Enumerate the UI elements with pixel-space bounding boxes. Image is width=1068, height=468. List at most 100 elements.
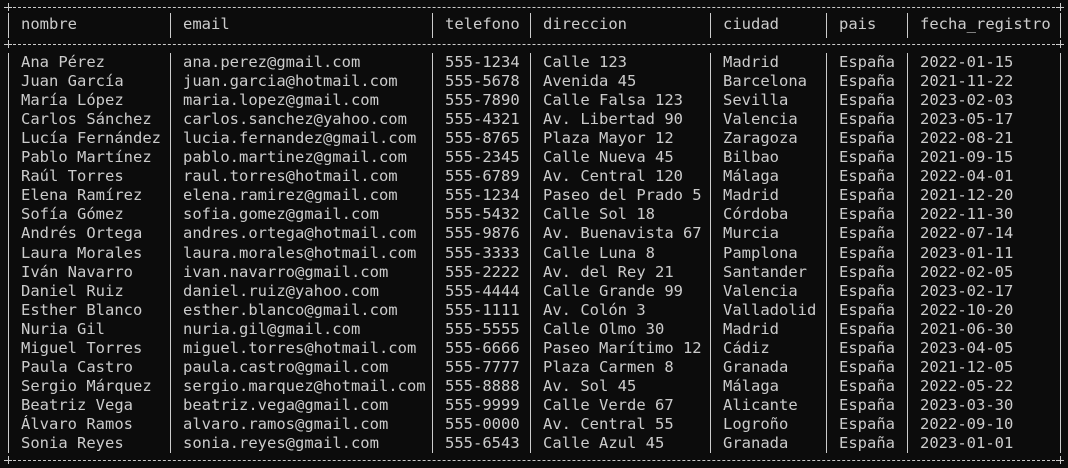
cell-country: España bbox=[839, 414, 895, 433]
cell-phone: 555-1234 bbox=[445, 53, 520, 71]
column-separator bbox=[826, 53, 827, 453]
cell-registration-date: 2023-03-30 bbox=[920, 395, 1014, 414]
cell-registration-date: 2022-09-10 bbox=[920, 414, 1014, 433]
cell-registration-date: 2023-05-17 bbox=[920, 110, 1014, 129]
cell-name: Carlos Sánchez bbox=[21, 110, 152, 129]
column-separator bbox=[907, 53, 908, 453]
header-country: pais bbox=[839, 15, 877, 33]
column-separator bbox=[432, 13, 433, 38]
border-corner bbox=[1056, 456, 1064, 464]
cell-registration-date: 2022-10-20 bbox=[920, 300, 1014, 319]
cell-city: Barcelona bbox=[723, 72, 807, 91]
cell-name: Sergio Márquez bbox=[21, 376, 152, 395]
cell-registration-date: 2023-02-17 bbox=[920, 281, 1014, 300]
cell-email: andres.ortega@hotmail.com bbox=[183, 224, 417, 243]
header-city: ciudad bbox=[723, 15, 779, 33]
cell-address: Avenida 45 bbox=[543, 72, 637, 91]
cell-name: Daniel Ruiz bbox=[21, 281, 124, 300]
column-separator bbox=[1060, 53, 1061, 453]
cell-city: Madrid bbox=[723, 186, 779, 205]
column-separator bbox=[710, 13, 711, 38]
cell-email: paula.castro@gmail.com bbox=[183, 357, 389, 376]
cell-registration-date: 2022-11-30 bbox=[920, 205, 1014, 224]
cell-country: España bbox=[839, 129, 895, 148]
cell-name: Sonia Reyes bbox=[21, 434, 124, 452]
cell-country: España bbox=[839, 243, 895, 262]
column-separator bbox=[170, 13, 171, 38]
border-corner bbox=[1056, 40, 1064, 48]
cell-name: Laura Morales bbox=[21, 243, 143, 262]
cell-country: España bbox=[839, 148, 895, 167]
cell-phone: 555-2345 bbox=[445, 148, 520, 167]
cell-email: miguel.torres@hotmail.com bbox=[183, 338, 417, 357]
cell-email: sergio.marquez@hotmail.com bbox=[183, 376, 426, 395]
cell-country: España bbox=[839, 110, 895, 129]
cell-city: Granada bbox=[723, 357, 789, 376]
cell-address: Calle Nueva 45 bbox=[543, 148, 674, 167]
cell-city: Valladolid bbox=[723, 300, 817, 319]
cell-phone: 555-1234 bbox=[445, 186, 520, 205]
cell-name: Paula Castro bbox=[21, 357, 133, 376]
table-top-border bbox=[8, 7, 1060, 8]
cell-email: juan.garcia@hotmail.com bbox=[183, 72, 398, 91]
cell-country: España bbox=[839, 376, 895, 395]
cell-phone: 555-7890 bbox=[445, 91, 520, 110]
cell-registration-date: 2022-04-01 bbox=[920, 167, 1014, 186]
header-phone: telefono bbox=[445, 15, 520, 33]
cell-name: Nuria Gil bbox=[21, 319, 105, 338]
cell-phone: 555-8888 bbox=[445, 376, 520, 395]
cell-country: España bbox=[839, 395, 895, 414]
cell-phone: 555-6543 bbox=[445, 434, 520, 452]
cell-phone: 555-2222 bbox=[445, 262, 520, 281]
cell-phone: 555-4444 bbox=[445, 281, 520, 300]
cell-registration-date: 2021-11-22 bbox=[920, 72, 1014, 91]
header-address: direccion bbox=[543, 15, 627, 33]
cell-address: Plaza Mayor 12 bbox=[543, 129, 674, 148]
cell-name: Beatriz Vega bbox=[21, 395, 133, 414]
cell-address: Av. Central 55 bbox=[543, 414, 674, 433]
header-separator bbox=[8, 44, 1060, 45]
cell-name: María López bbox=[21, 91, 124, 110]
cell-city: Granada bbox=[723, 434, 789, 452]
border-corner bbox=[4, 456, 12, 464]
cell-country: España bbox=[839, 434, 895, 452]
cell-country: España bbox=[839, 53, 895, 71]
cell-email: raul.torres@hotmail.com bbox=[183, 167, 398, 186]
cell-address: Calle Azul 45 bbox=[543, 434, 665, 452]
cell-registration-date: 2023-04-05 bbox=[920, 338, 1014, 357]
cell-registration-date: 2023-01-11 bbox=[920, 243, 1014, 262]
cell-email: laura.morales@hotmail.com bbox=[183, 243, 417, 262]
cell-country: España bbox=[839, 319, 895, 338]
cell-phone: 555-9999 bbox=[445, 395, 520, 414]
terminal-window: nombre email telefono direccion ciudad pais fe… bbox=[0, 0, 1068, 468]
cell-name: Iván Navarro bbox=[21, 262, 133, 281]
cell-name: Esther Blanco bbox=[21, 300, 143, 319]
border-corner bbox=[4, 3, 12, 11]
cell-name: Lucía Fernández bbox=[21, 129, 161, 148]
cell-address: Calle Sol 18 bbox=[543, 205, 655, 224]
cell-name: Pablo Martínez bbox=[21, 148, 152, 167]
cell-name: Juan García bbox=[21, 72, 124, 91]
cell-name: Elena Ramírez bbox=[21, 186, 143, 205]
cell-city: Santander bbox=[723, 262, 807, 281]
cell-city: Málaga bbox=[723, 376, 779, 395]
cell-phone: 555-5555 bbox=[445, 319, 520, 338]
cell-phone: 555-5678 bbox=[445, 72, 520, 91]
cell-phone: 555-6666 bbox=[445, 338, 520, 357]
border-corner bbox=[1056, 3, 1064, 11]
cell-address: Av. Colón 3 bbox=[543, 300, 646, 319]
cell-phone: 555-3333 bbox=[445, 243, 520, 262]
cell-country: España bbox=[839, 357, 895, 376]
cell-city: Alicante bbox=[723, 395, 798, 414]
cell-city: Valencia bbox=[723, 281, 798, 300]
cell-name: Andrés Ortega bbox=[21, 224, 143, 243]
cell-registration-date: 2021-09-15 bbox=[920, 148, 1014, 167]
cell-email: sofia.gomez@gmail.com bbox=[183, 205, 379, 224]
cell-registration-date: 2022-01-15 bbox=[920, 53, 1014, 71]
cell-address: Av. Buenavista 67 bbox=[543, 224, 702, 243]
cell-phone: 555-8765 bbox=[445, 129, 520, 148]
header-email: email bbox=[183, 15, 230, 33]
cell-email: beatriz.vega@gmail.com bbox=[183, 395, 389, 414]
cell-name: Sofía Gómez bbox=[21, 205, 124, 224]
cell-address: Calle Luna 8 bbox=[543, 243, 655, 262]
